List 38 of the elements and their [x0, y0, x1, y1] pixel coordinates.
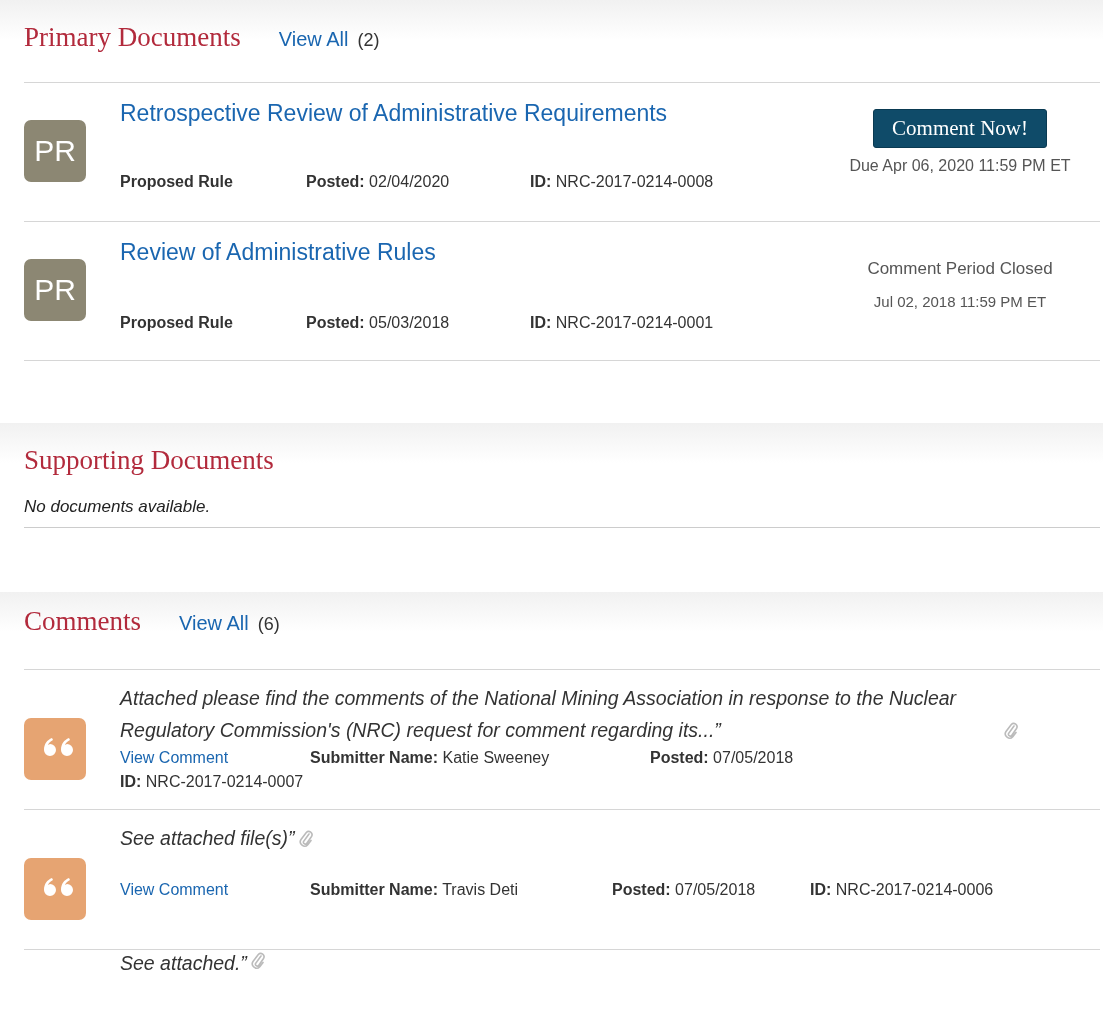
comment-meta: Posted: 07/05/2018 [612, 880, 757, 900]
paperclip-icon [298, 828, 313, 848]
section-title: Comments [24, 606, 141, 637]
document-type-badge: PR [24, 259, 86, 321]
section-title: Supporting Documents [24, 445, 274, 476]
comment-meta: Posted: 07/05/2018 [650, 748, 794, 768]
document-type: Proposed Rule [120, 173, 234, 191]
due-date: Jul 02, 2018 11:59 PM ET [873, 293, 1047, 310]
document-title-link[interactable]: Review of Administrative Rules [120, 239, 436, 266]
comment-period-status: Comment Period Closed [867, 259, 1053, 279]
due-date: Due Apr 06, 2020 11:59 PM ET [849, 157, 1071, 175]
posted-date: Posted: 05/03/2018 [306, 314, 451, 332]
view-comment-link[interactable]: View Comment [120, 746, 310, 770]
comment-excerpt: See attached file(s)” [120, 826, 295, 851]
view-comment-link[interactable]: View Comment [120, 878, 310, 902]
comment-excerpt: Attached please find the comments of the National Mining Association in response to the Nuclear Regulatory Commission's (NRC) request for comment regarding its...” [120, 686, 958, 743]
quote-icon [24, 858, 86, 920]
quote-icon [24, 718, 86, 780]
comment-meta: Submitter Name: Katie Sweeney [310, 748, 551, 768]
count: (6) [257, 614, 280, 635]
empty-message: No documents available. [24, 487, 1100, 528]
count: (2) [357, 30, 380, 51]
comment-meta: ID: NRC-2017-0214-0007 [120, 772, 304, 792]
view-all-link[interactable]: View All [179, 612, 249, 635]
comment-now-button[interactable]: Comment Now! [873, 109, 1047, 148]
posted-date: Posted: 02/04/2020 [306, 173, 451, 191]
comment-excerpt: See attached.” [120, 951, 247, 976]
document-type: Proposed Rule [120, 314, 234, 332]
document-id: ID: NRC-2017-0214-0008 [530, 173, 714, 191]
document-title-link[interactable]: Retrospective Review of Administrative Requirements [120, 100, 668, 127]
view-all-link[interactable]: View All [278, 28, 349, 51]
document-id: ID: NRC-2017-0214-0001 [530, 314, 714, 332]
section-title: Primary Documents [24, 22, 241, 53]
document-type-badge: PR [24, 120, 86, 182]
comment-meta: ID: NRC-2017-0214-0006 [810, 880, 994, 900]
comment-meta: Submitter Name: Travis Deti [310, 880, 520, 900]
paperclip-icon [250, 950, 265, 970]
paperclip-icon [1004, 720, 1018, 740]
